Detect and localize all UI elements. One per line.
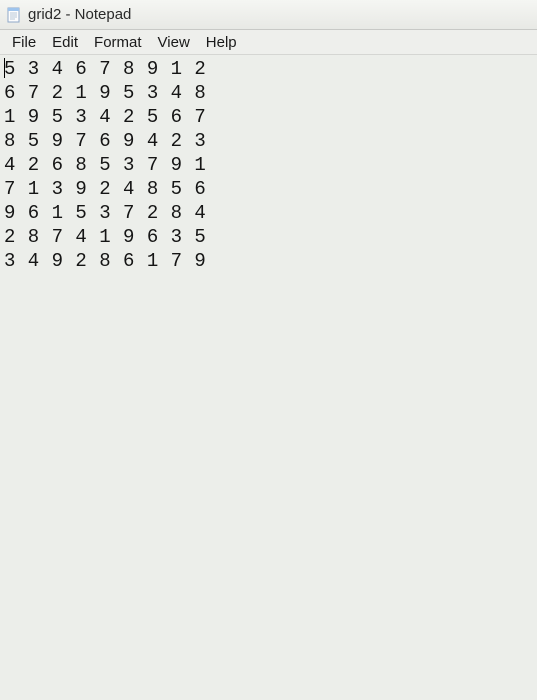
- menubar: File Edit Format View Help: [0, 30, 537, 55]
- window-title: grid2 - Notepad: [28, 6, 131, 23]
- editor-area: 5 3 4 6 7 8 9 1 2 6 7 2 1 9 5 3 4 8 1 9 …: [0, 55, 537, 700]
- notepad-window: grid2 - Notepad File Edit Format View He…: [0, 0, 537, 700]
- menu-file[interactable]: File: [4, 32, 44, 53]
- menu-help[interactable]: Help: [198, 32, 245, 53]
- menu-format[interactable]: Format: [86, 32, 150, 53]
- text-editor[interactable]: 5 3 4 6 7 8 9 1 2 6 7 2 1 9 5 3 4 8 1 9 …: [0, 55, 537, 700]
- menu-view[interactable]: View: [150, 32, 198, 53]
- titlebar: grid2 - Notepad: [0, 0, 537, 30]
- text-caret: [4, 58, 5, 78]
- notepad-icon: [6, 7, 22, 23]
- menu-edit[interactable]: Edit: [44, 32, 86, 53]
